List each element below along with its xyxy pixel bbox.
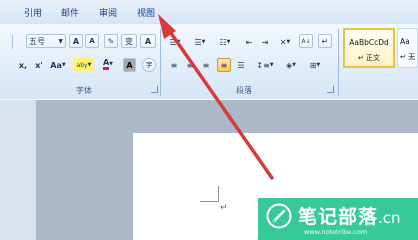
watermark-banner: 笔记部落.cn www.notetribe.com xyxy=(258,198,418,240)
watermark-title: 笔记部落 xyxy=(298,206,379,228)
watermark-url: www.notetribe.com xyxy=(304,228,368,236)
watermark-suffix: .cn xyxy=(378,209,401,227)
arrow-shaft xyxy=(164,24,274,180)
pen-circle-icon xyxy=(266,203,292,229)
